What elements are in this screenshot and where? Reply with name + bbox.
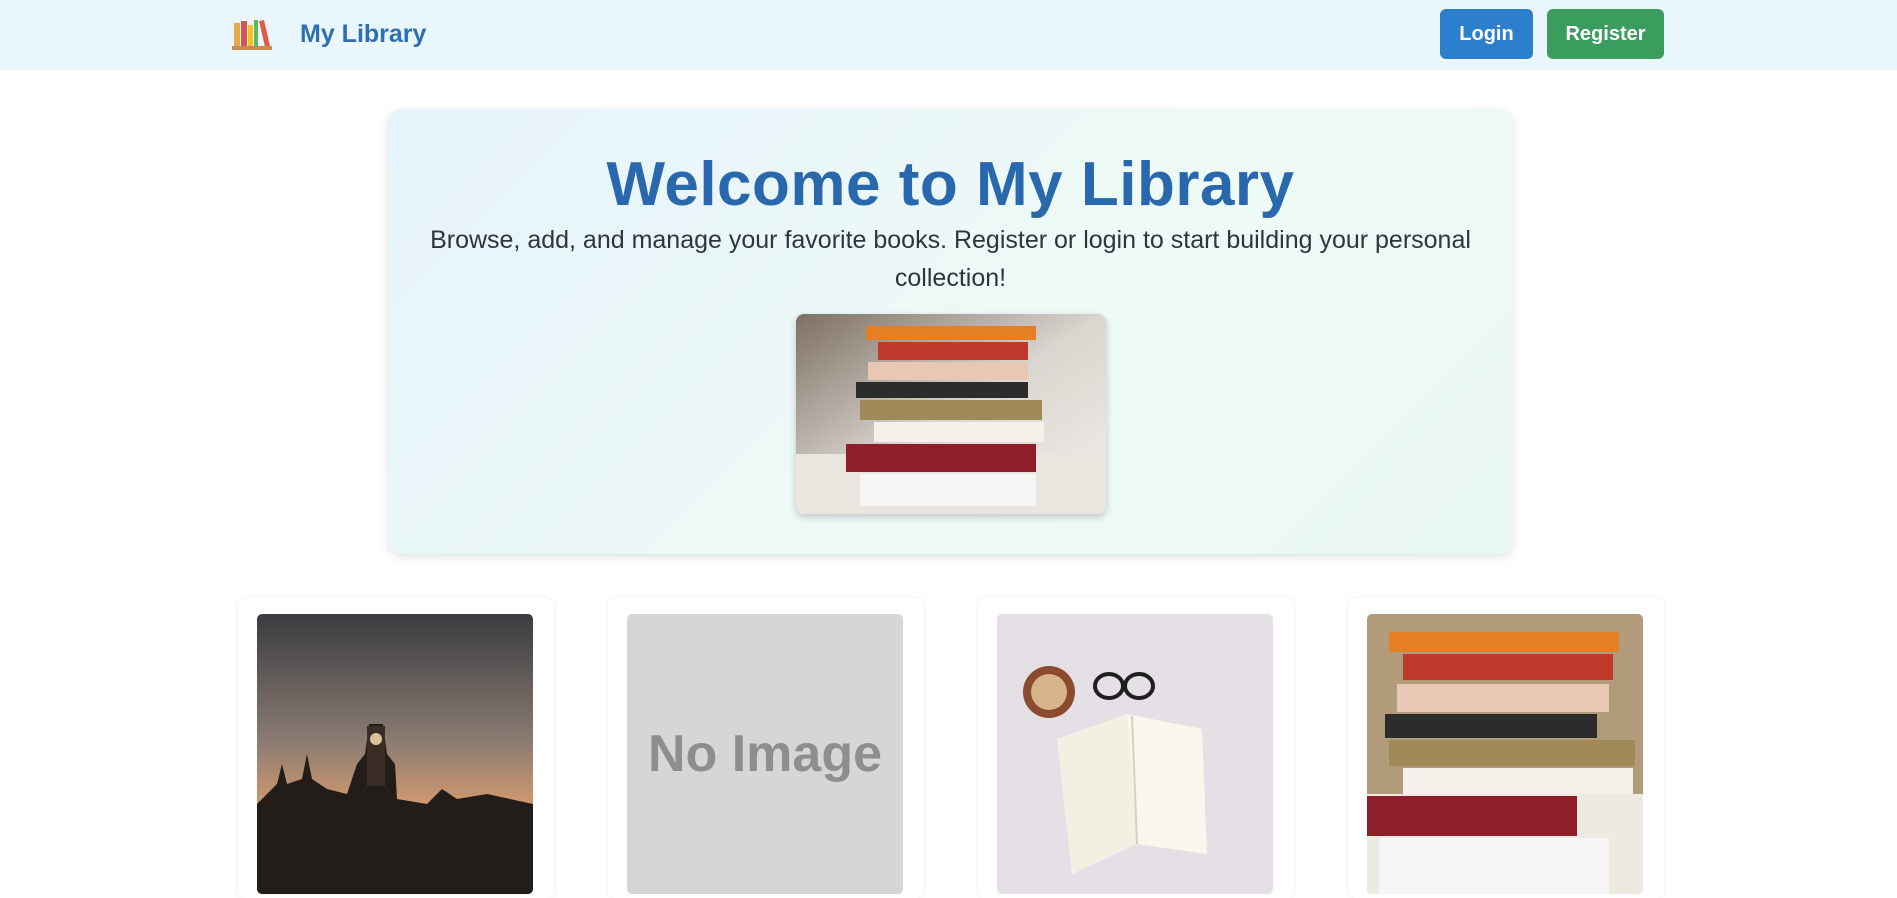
book-stack-image — [796, 314, 1106, 514]
brand-title: My Library — [300, 19, 427, 48]
login-button[interactable]: Login — [1440, 9, 1533, 59]
book-card[interactable] — [238, 598, 554, 898]
open-book-coffee-image — [997, 614, 1273, 894]
book-card[interactable] — [1348, 598, 1664, 898]
hero-subtitle: Browse, add, and manage your favorite bo… — [430, 226, 1471, 292]
register-button[interactable]: Register — [1547, 9, 1664, 59]
brand-link[interactable]: My Library — [232, 17, 426, 51]
book-card[interactable]: No Image — [608, 598, 924, 898]
no-image-placeholder: No Image — [627, 614, 903, 894]
no-image-text: No Image — [647, 725, 883, 783]
nav-actions: Login Register — [1440, 9, 1664, 59]
books-icon — [232, 17, 272, 51]
book-card[interactable] — [978, 598, 1294, 898]
hero-title: Welcome to My Library — [606, 150, 1295, 219]
london-skyline-image — [257, 614, 533, 894]
hero-section: Welcome to My Library Browse, add, and m… — [388, 109, 1513, 554]
navbar: My Library Login Register — [0, 0, 1897, 70]
book-stack-image — [1367, 614, 1643, 894]
